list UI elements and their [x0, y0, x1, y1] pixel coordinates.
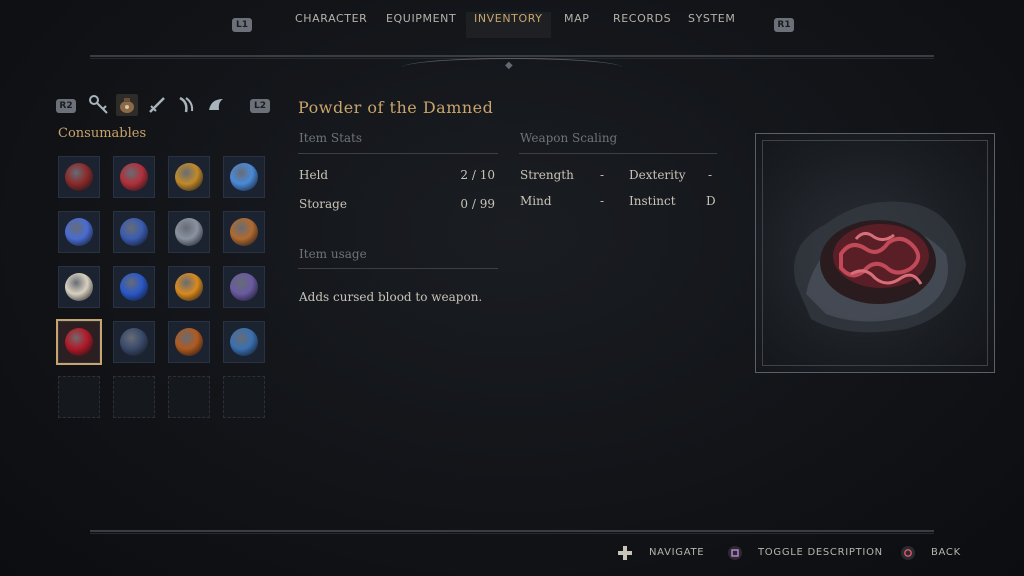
toggle-description-hint[interactable]: TOGGLE DESCRIPTION	[758, 547, 883, 558]
inventory-slot-empty[interactable]	[113, 376, 155, 418]
inventory-slot-empty[interactable]	[168, 376, 210, 418]
instinct-value: D	[706, 194, 716, 208]
inventory-slot[interactable]	[58, 266, 100, 308]
navigate-hint[interactable]: NAVIGATE	[649, 547, 704, 558]
r1-button[interactable]: R1	[774, 18, 794, 32]
item-stats-divider	[298, 153, 498, 154]
gray-bundle-icon	[175, 218, 203, 246]
tab-records[interactable]: RECORDS	[613, 12, 671, 38]
l2-button[interactable]: L2	[250, 99, 270, 113]
weapon-scaling-header: Weapon Scaling	[520, 131, 618, 145]
amber-jar-icon	[175, 163, 203, 191]
blue-ore-icon	[120, 218, 148, 246]
r2-button[interactable]: R2	[56, 99, 76, 113]
item-usage-header: Item usage	[299, 247, 367, 261]
inventory-slot[interactable]	[168, 266, 210, 308]
blue-flask-icon	[120, 328, 148, 356]
dagger-icon[interactable]	[146, 94, 168, 116]
footer-hints: NAVIGATE TOGGLE DESCRIPTION BACK	[0, 544, 1024, 564]
instinct-label: Instinct	[629, 194, 676, 208]
inventory-slot[interactable]	[223, 211, 265, 253]
blue-gem-icon	[120, 273, 148, 301]
claw-icon[interactable]	[176, 94, 198, 116]
inventory-slot[interactable]	[168, 211, 210, 253]
inventory-slot[interactable]	[168, 156, 210, 198]
azure-flask-icon	[230, 328, 258, 356]
strength-value: -	[600, 168, 605, 182]
violet-orb-icon	[230, 273, 258, 301]
blue-crystal-icon	[230, 163, 258, 191]
pouch-icon[interactable]	[116, 94, 138, 116]
tab-system[interactable]: SYSTEM	[688, 12, 735, 38]
held-label: Held	[299, 168, 329, 182]
category-label: Consumables	[58, 126, 147, 141]
horn-icon[interactable]	[206, 94, 228, 116]
filter-row: R2 L2	[56, 94, 276, 118]
storage-value: 0 / 99	[460, 197, 495, 211]
mind-value: -	[600, 194, 605, 208]
key-icon[interactable]	[88, 94, 110, 116]
inventory-slot[interactable]	[113, 211, 155, 253]
dexterity-value: -	[708, 168, 713, 182]
dpad-icon	[618, 546, 632, 560]
inventory-slot[interactable]	[113, 321, 155, 363]
tab-map[interactable]: MAP	[564, 12, 589, 38]
l1-button[interactable]: L1	[232, 18, 252, 32]
inventory-slot-empty[interactable]	[58, 376, 100, 418]
inventory-slot-empty[interactable]	[223, 376, 265, 418]
bottom-divider	[90, 530, 934, 534]
red-vial-icon	[120, 163, 148, 191]
ember-flask-icon	[175, 328, 203, 356]
orange-bundle-icon	[230, 218, 258, 246]
item-usage-text: Adds cursed blood to weapon.	[299, 290, 483, 304]
weapon-scaling-divider	[519, 153, 717, 154]
mind-label: Mind	[520, 194, 552, 208]
blood-powder-icon	[65, 328, 93, 356]
item-preview-frame	[755, 133, 995, 373]
circle-button-icon	[901, 546, 915, 560]
inventory-slot[interactable]	[223, 321, 265, 363]
held-value: 2 / 10	[460, 168, 495, 182]
blue-shard-cluster-icon	[65, 218, 93, 246]
strength-label: Strength	[520, 168, 574, 182]
inventory-slot[interactable]	[113, 266, 155, 308]
storage-label: Storage	[299, 197, 347, 211]
bone-pile-icon	[65, 273, 93, 301]
fire-orb-icon	[175, 273, 203, 301]
tab-equipment[interactable]: EQUIPMENT	[386, 12, 456, 38]
top-ornament	[402, 58, 622, 77]
top-divider	[90, 55, 934, 59]
inventory-slot[interactable]	[223, 156, 265, 198]
top-navigation: L1 CHARACTER EQUIPMENT INVENTORY MAP REC…	[0, 12, 1024, 40]
tab-character[interactable]: CHARACTER	[295, 12, 367, 38]
inventory-slot[interactable]	[58, 156, 100, 198]
blood-powder-icon	[794, 201, 966, 333]
inventory-slot[interactable]	[113, 156, 155, 198]
inventory-slot[interactable]	[168, 321, 210, 363]
tab-inventory[interactable]: INVENTORY	[466, 12, 551, 38]
inventory-slot[interactable]	[56, 319, 102, 365]
red-blade-icon	[65, 163, 93, 191]
inventory-slot[interactable]	[223, 266, 265, 308]
dexterity-label: Dexterity	[629, 168, 686, 182]
item-stats-header: Item Stats	[299, 131, 363, 145]
back-hint[interactable]: BACK	[931, 547, 961, 558]
item-title: Powder of the Damned	[298, 98, 494, 117]
inventory-slot[interactable]	[58, 211, 100, 253]
square-button-icon	[728, 546, 742, 560]
item-usage-divider	[298, 268, 498, 269]
